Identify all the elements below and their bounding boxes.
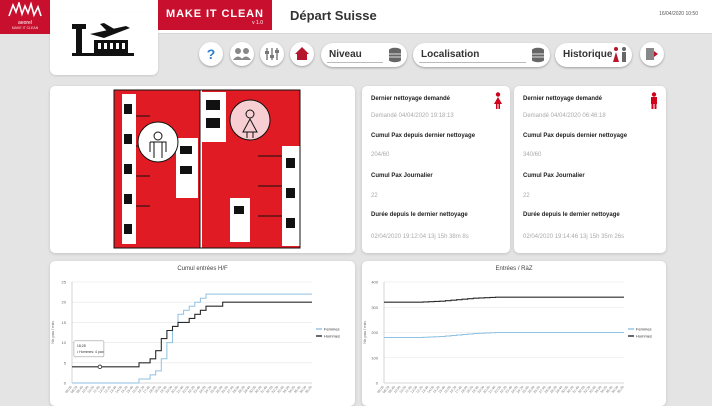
- logout-button[interactable]: [640, 42, 664, 66]
- cumul-entrees-chart: 0510152025Nb pax / min08:0008:2009:4010:…: [50, 280, 340, 395]
- series-line-femmes: [72, 293, 312, 384]
- localisation-label: Localisation: [421, 49, 480, 60]
- airport-logo-card: [50, 12, 158, 75]
- legend-label: Hommes: [324, 334, 340, 339]
- y-tick-label: 200: [371, 330, 378, 335]
- daily-pax-value: 22: [371, 193, 378, 199]
- localisation-underline: [419, 62, 526, 63]
- y-axis-label: Nb pax / min: [362, 321, 367, 343]
- sliders-icon: [265, 48, 279, 60]
- niveau-label: Niveau: [329, 49, 362, 60]
- tooltip-value: • Hommes: 4 pax: [77, 350, 104, 354]
- hover-point: [97, 364, 103, 370]
- y-tick-label: 0: [64, 381, 67, 386]
- series-line-hommes: [72, 301, 312, 368]
- chart-title: Cumul entrées H/F: [177, 266, 228, 272]
- legend-label: Femmes: [636, 327, 652, 332]
- restroom-icon: [613, 47, 626, 62]
- brand-logo: aeorel MAKE IT CLEAN: [0, 0, 50, 34]
- y-tick-label: 20: [62, 300, 67, 305]
- duration-label: Durée depuis le dernier nettoyage: [523, 212, 620, 218]
- cleaning-card-femmes: Dernier nettoyage demandé Demandé 04/04/…: [362, 86, 510, 253]
- users-button[interactable]: [230, 42, 254, 66]
- app-title: MAKE IT CLEAN: [166, 8, 264, 20]
- home-icon: [295, 47, 309, 60]
- y-tick-label: 5: [64, 360, 67, 365]
- daily-pax-value: 22: [523, 193, 530, 199]
- cumul-pax-label: Cumul Pax depuis dernier nettoyage: [371, 133, 476, 139]
- home-button[interactable]: [290, 42, 314, 66]
- series-line-hommes: [384, 296, 624, 303]
- niveau-underline: [327, 62, 383, 63]
- y-tick-label: 15: [62, 320, 67, 325]
- cumul-entrees-chart-panel: Cumul entrées H/F 0 5 10 15 20 25 Nb pax / min…: [50, 261, 355, 406]
- brand-mark-icon: [8, 2, 42, 18]
- legend-label: Femmes: [324, 327, 340, 332]
- duration-value: 02/04/2020 19:12:04 13j 15h 38m 8s: [371, 234, 469, 240]
- niveau-select[interactable]: Niveau: [321, 43, 407, 67]
- tooltip-time: 18:28: [77, 344, 86, 348]
- cumul-pax-label: Cumul Pax depuis dernier nettoyage: [523, 133, 628, 139]
- daily-pax-label: Cumul Pax Journalier: [523, 173, 585, 179]
- chart-title: Entrées / RàZ: [495, 266, 533, 272]
- app-title-banner: MAKE IT CLEAN v 1.0: [158, 0, 272, 30]
- y-axis-label: Nb pax / min: [50, 321, 55, 343]
- y-tick-label: 0: [376, 381, 379, 386]
- users-icon: [233, 48, 251, 60]
- app-version: v 1.0: [252, 20, 263, 26]
- man-icon: [651, 92, 657, 109]
- y-tick-label: 300: [371, 305, 378, 310]
- airport-terminal-icon: [72, 23, 134, 56]
- cumul-pax-value: 340/60: [523, 152, 542, 158]
- help-label: ?: [206, 46, 216, 62]
- y-tick-label: 10: [62, 340, 67, 345]
- entrees-raz-chart-panel: Entrées / RàZ 0 100 200 300 400 Nb pax / min 0…: [362, 261, 666, 406]
- historique-button[interactable]: Historique: [555, 43, 632, 67]
- cleaning-card-hommes: Dernier nettoyage demandé Demandé 04/04/…: [514, 86, 666, 253]
- daily-pax-label: Cumul Pax Journalier: [371, 173, 433, 179]
- y-tick-label: 100: [371, 355, 378, 360]
- help-button[interactable]: ?: [199, 42, 223, 66]
- y-tick-label: 400: [371, 280, 378, 285]
- duration-label: Durée depuis le dernier nettoyage: [371, 212, 468, 218]
- last-cleaning-value: Demandé 04/04/2020 19:18:13: [371, 113, 454, 119]
- y-tick-label: 25: [62, 280, 67, 285]
- cumul-pax-value: 204/60: [371, 152, 390, 158]
- last-cleaning-label: Dernier nettoyage demandé: [371, 96, 451, 102]
- logout-icon: [646, 48, 658, 60]
- last-cleaning-value: Demandé 04/04/2020 06:46:18: [523, 113, 606, 119]
- database-icon: [389, 47, 401, 63]
- brand-tagline: MAKE IT CLEAN: [11, 26, 39, 30]
- settings-button[interactable]: [260, 42, 284, 66]
- woman-icon: [494, 92, 502, 109]
- floor-plan-panel: [50, 86, 355, 253]
- legend-label: Hommes: [636, 334, 652, 339]
- floor-plan-map: [112, 86, 302, 253]
- database-icon: [532, 47, 544, 63]
- series-line-femmes: [384, 332, 624, 338]
- last-cleaning-label: Dernier nettoyage demandé: [523, 96, 603, 102]
- page-title: Départ Suisse: [290, 8, 377, 23]
- localisation-select[interactable]: Localisation: [413, 43, 550, 67]
- duration-value: 02/04/2020 19:14:46 13j 15h 35m 26s: [523, 234, 625, 240]
- entrees-raz-chart: 0100200300400Nb pax / min08:0008:2009:40…: [362, 280, 652, 395]
- historique-label: Historique: [563, 49, 613, 60]
- current-datetime: 16/04/2020 10:50: [659, 11, 698, 17]
